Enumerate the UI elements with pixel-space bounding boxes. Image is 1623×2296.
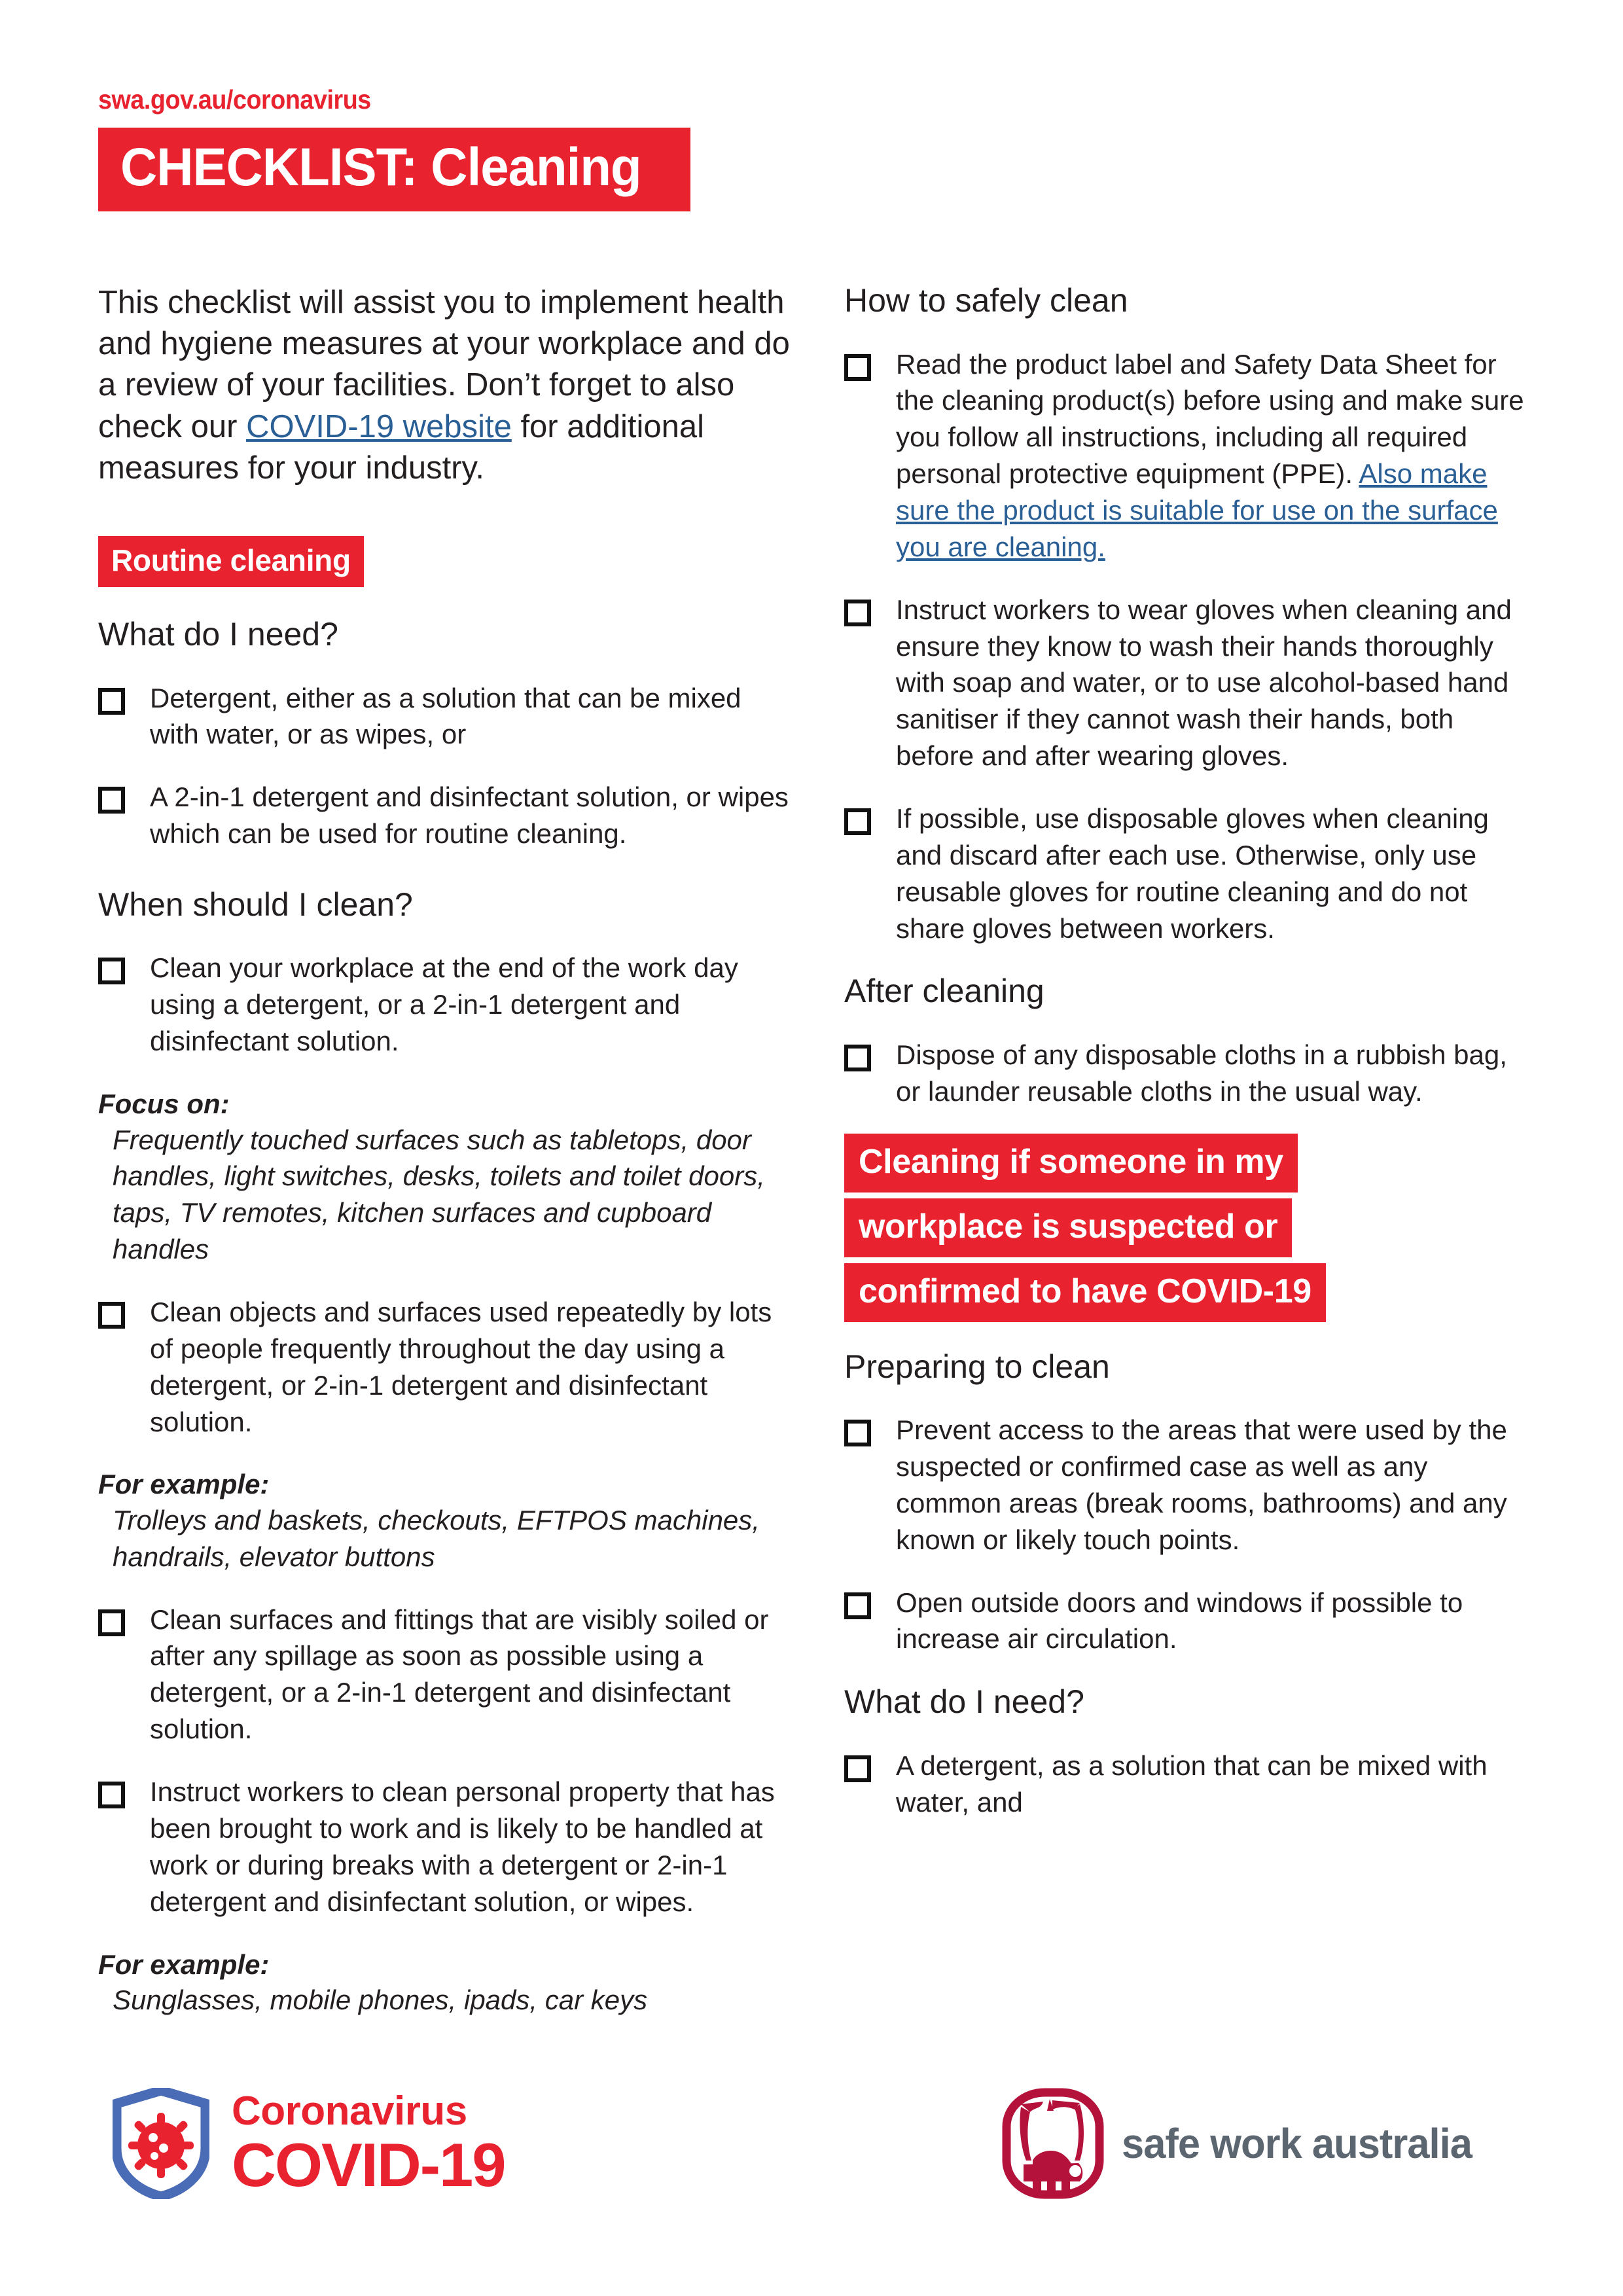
focus-on-note: Focus on: Frequently touched surfaces su… xyxy=(98,1087,792,1268)
checklist-item[interactable]: Clean objects and surfaces used repeated… xyxy=(98,1294,792,1440)
checklist-item[interactable]: Instruct workers to clean personal prope… xyxy=(98,1774,792,1920)
checklist-item-label: Instruct workers to clean personal prope… xyxy=(150,1776,775,1917)
safe-work-australia-wordmark: safe work australia xyxy=(1122,2120,1472,2167)
checkbox-icon[interactable] xyxy=(844,808,871,835)
note-title: For example: xyxy=(98,1948,270,1980)
note-body: Frequently touched surfaces such as tabl… xyxy=(113,1124,765,1265)
heading-after-cleaning: After cleaning xyxy=(844,973,1044,1010)
checklist-item-label: Clean your workplace at the end of the w… xyxy=(150,952,738,1057)
content-columns: This checklist will assist you to implem… xyxy=(98,282,1525,2018)
left-column: This checklist will assist you to implem… xyxy=(98,282,792,2018)
safe-work-australia-logo: safe work australia xyxy=(1001,2087,1486,2200)
checklist-item-label: Dispose of any disposable cloths in a ru… xyxy=(896,1039,1507,1107)
checklist-item[interactable]: If possible, use disposable gloves when … xyxy=(844,800,1538,946)
coronavirus-covid19-logo: Coronavirus COVID-19 xyxy=(111,2085,507,2202)
checklist-item[interactable]: Prevent access to the areas that were us… xyxy=(844,1412,1538,1558)
checklist-item-label: Read the product label and Safety Data S… xyxy=(896,346,1538,565)
checkbox-icon[interactable] xyxy=(844,353,871,381)
heading-preparing-to-clean: Preparing to clean xyxy=(844,1348,1110,1385)
checkbox-icon[interactable] xyxy=(98,787,125,814)
site-url: swa.gov.au/coronavirus xyxy=(98,84,371,115)
checklist-item-label: Open outside doors and windows if possib… xyxy=(896,1587,1463,1655)
checklist-item[interactable]: Instruct workers to wear gloves when cle… xyxy=(844,592,1538,774)
checkbox-icon[interactable] xyxy=(98,958,125,985)
checkbox-icon[interactable] xyxy=(844,1592,871,1619)
shield-virus-icon xyxy=(111,2085,211,2202)
checklist-page: swa.gov.au/coronavirus CHECKLIST: Cleani… xyxy=(0,0,1623,2296)
intro-paragraph: This checklist will assist you to implem… xyxy=(98,282,792,489)
page-title-banner: CHECKLIST: Cleaning xyxy=(98,128,691,211)
checklist-item[interactable]: A detergent, as a solution that can be m… xyxy=(844,1748,1538,1821)
checkbox-icon[interactable] xyxy=(98,1609,125,1636)
right-column: How to safely clean Read the product lab… xyxy=(844,282,1538,2018)
heading-how-to-safely-clean: How to safely clean xyxy=(844,282,1128,319)
checklist-item[interactable]: Clean surfaces and fittings that are vis… xyxy=(98,1602,792,1748)
checklist-item[interactable]: Clean your workplace at the end of the w… xyxy=(98,950,792,1060)
checkbox-icon[interactable] xyxy=(844,599,871,626)
routine-cleaning-label: Routine cleaning xyxy=(98,536,364,588)
page-header: swa.gov.au/coronavirus CHECKLIST: Cleani… xyxy=(98,0,1525,211)
checklist-item-label: Detergent, either as a solution that can… xyxy=(150,682,741,750)
checkbox-icon[interactable] xyxy=(98,1301,125,1329)
checklist-item-label: A 2-in-1 detergent and disinfectant solu… xyxy=(150,781,789,850)
heading-what-do-i-need-left: What do I need? xyxy=(98,616,338,653)
note-title: For example: xyxy=(98,1469,270,1500)
checkbox-icon[interactable] xyxy=(98,687,125,715)
kangaroo-australia-icon xyxy=(1001,2087,1105,2200)
for-example-note: For example: Sunglasses, mobile phones, … xyxy=(98,1948,792,2018)
for-example-note: For example: Trolleys and baskets, check… xyxy=(98,1467,792,1575)
checkbox-icon[interactable] xyxy=(844,1044,871,1071)
covid-case-banner: Cleaning if someone in my workplace is s… xyxy=(844,1133,1538,1322)
note-body: Sunglasses, mobile phones, ipads, car ke… xyxy=(113,1984,648,2015)
covid-case-banner-line: Cleaning if someone in my xyxy=(844,1133,1298,1193)
note-title: Focus on: xyxy=(98,1088,230,1120)
coronavirus-label: Coronavirus xyxy=(232,2089,467,2134)
checklist-item[interactable]: Dispose of any disposable cloths in a ru… xyxy=(844,1037,1538,1110)
checklist-item-label: If possible, use disposable gloves when … xyxy=(896,802,1489,944)
checklist-item-label: Instruct workers to wear gloves when cle… xyxy=(896,594,1512,772)
routine-cleaning-label-wrap: Routine cleaning xyxy=(98,536,792,588)
checklist-item-label: Clean objects and surfaces used repeated… xyxy=(150,1296,772,1437)
checklist-item[interactable]: A 2-in-1 detergent and disinfectant solu… xyxy=(98,779,792,852)
covid-logo-text: Coronavirus COVID-19 xyxy=(232,2089,507,2199)
checkbox-icon[interactable] xyxy=(844,1420,871,1447)
checklist-item[interactable]: Read the product label and Safety Data S… xyxy=(844,346,1538,565)
heading-what-do-i-need-right: What do I need? xyxy=(844,1683,1084,1721)
checklist-item-label: Prevent access to the areas that were us… xyxy=(896,1414,1507,1555)
heading-when-should-i-clean: When should I clean? xyxy=(98,886,413,923)
checkbox-icon[interactable] xyxy=(844,1755,871,1782)
checklist-item-label: A detergent, as a solution that can be m… xyxy=(896,1749,1488,1818)
page-title: CHECKLIST: Cleaning xyxy=(120,137,642,197)
covid-case-banner-line: workplace is suspected or xyxy=(844,1198,1293,1257)
checkbox-icon[interactable] xyxy=(98,1782,125,1809)
covid-19-website-link[interactable]: COVID-19 website xyxy=(246,409,512,444)
checklist-item-label: Clean surfaces and fittings that are vis… xyxy=(150,1604,769,1745)
covid19-label: COVID-19 xyxy=(232,2130,507,2199)
page-footer: Coronavirus COVID-19 safe work australia xyxy=(98,2068,1525,2219)
covid-case-banner-line: confirmed to have COVID-19 xyxy=(844,1263,1326,1322)
checklist-item[interactable]: Open outside doors and windows if possib… xyxy=(844,1585,1538,1658)
checklist-item[interactable]: Detergent, either as a solution that can… xyxy=(98,680,792,753)
note-body: Trolleys and baskets, checkouts, EFTPOS … xyxy=(113,1504,760,1572)
